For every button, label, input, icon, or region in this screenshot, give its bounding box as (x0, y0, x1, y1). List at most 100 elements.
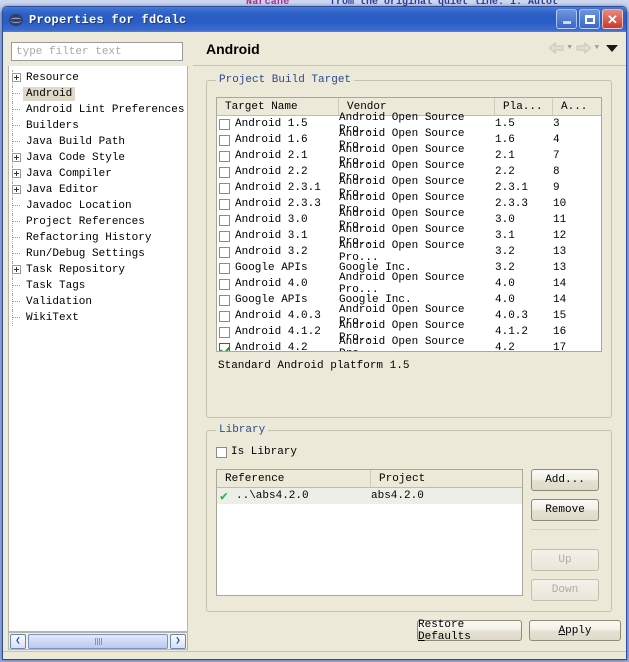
target-checkbox[interactable] (219, 166, 230, 178)
page-title: Android (206, 40, 260, 57)
target-name-label: Android 1.5 (235, 118, 308, 130)
restore-defaults-button[interactable]: Restore Defaults (417, 619, 522, 643)
build-target-rows: Android 1.5 Android Open Source Pro... 1.5… (217, 112, 601, 352)
forward-dropdown-chevron-icon[interactable]: ▼ (595, 44, 599, 52)
target-checkbox[interactable] (219, 198, 230, 210)
sidebar-item-java-code-style[interactable]: Java Code Style (9, 150, 187, 166)
api-level-cell: 13 (553, 246, 567, 258)
vendor-cell: Android Open Source Pro... (339, 272, 465, 296)
target-name-cell: Android 4.1.2 (217, 324, 339, 340)
valid-check-icon: ✔ (220, 488, 228, 504)
scroll-thumb[interactable] (28, 633, 168, 649)
sidebar-item-label: Java Compiler (26, 168, 112, 180)
platform-cell: 3.1 (495, 230, 515, 242)
maximize-button[interactable] (579, 9, 600, 29)
target-checkbox[interactable] (219, 182, 230, 194)
target-checkbox[interactable] (219, 294, 230, 306)
build-target-table[interactable]: Target Name Vendor Pla... A... Android 1… (216, 97, 602, 352)
target-checkbox[interactable] (219, 230, 230, 242)
sidebar-item-label: Builders (26, 120, 79, 132)
dropdown-triangle-icon[interactable] (606, 44, 618, 52)
up-button: Up (531, 549, 599, 571)
sidebar-item-validation[interactable]: Validation (9, 294, 187, 310)
tree-branch-icon (9, 86, 23, 102)
sidebar-item-javadoc-location[interactable]: Javadoc Location (9, 198, 187, 214)
reference-label: ..\abs4.2.0 (236, 490, 309, 502)
sidebar-item-task-repository[interactable]: Task Repository (9, 262, 187, 278)
platform-cell: 3.2 (495, 262, 515, 274)
sidebar-item-run-debug-settings[interactable]: Run/Debug Settings (9, 246, 187, 262)
target-checkbox[interactable] (219, 262, 230, 274)
column-header-api[interactable]: A... (553, 98, 601, 115)
add-button[interactable]: Add... (531, 469, 599, 491)
sidebar-item-android[interactable]: Android (9, 86, 187, 102)
back-dropdown-chevron-icon[interactable]: ▼ (568, 44, 572, 52)
eclipse-icon (8, 12, 24, 28)
target-name-label: Android 3.0 (235, 214, 308, 226)
forward-arrow-icon[interactable] (575, 41, 592, 55)
column-header-reference[interactable]: Reference (217, 470, 371, 487)
back-arrow-icon[interactable] (548, 41, 565, 55)
target-name-label: Android 4.1.2 (235, 326, 321, 338)
preferences-tree[interactable]: Resource Android Android Lint Preferences B… (8, 66, 188, 632)
tree-horizontal-scrollbar[interactable]: ❮ ❯ (8, 632, 188, 650)
sidebar-item-resource[interactable]: Resource (9, 70, 187, 86)
target-checkbox[interactable] (219, 214, 230, 226)
scroll-right-arrow-icon[interactable]: ❯ (170, 633, 186, 649)
remove-button[interactable]: Remove (531, 499, 599, 521)
table-row[interactable]: Android 3.2 Android Open Source Pro... 3.2… (217, 240, 601, 264)
expand-toggle-icon[interactable] (9, 150, 23, 166)
sidebar-item-java-compiler[interactable]: Java Compiler (9, 166, 187, 182)
list-item[interactable]: ✔ ..\abs4.2.0 abs4.2.0 (217, 488, 522, 504)
is-library-checkbox[interactable] (216, 446, 227, 458)
sidebar-item-project-references[interactable]: Project References (9, 214, 187, 230)
platform-cell: 1.5 (495, 118, 515, 130)
api-level-cell: 13 (553, 262, 567, 274)
library-reference-table[interactable]: Reference Project ✔ ..\abs4.2.0 abs4.2.0 (216, 469, 523, 596)
api-level-cell: 17 (553, 342, 567, 352)
sidebar-item-java-editor[interactable]: Java Editor (9, 182, 187, 198)
column-header-platform[interactable]: Pla... (495, 98, 553, 115)
sidebar-item-label: Javadoc Location (26, 200, 132, 212)
expand-toggle-icon[interactable] (9, 166, 23, 182)
target-checkbox[interactable] (219, 278, 230, 290)
table-row[interactable]: Android 4.2 Android Open Source Pro... 4.2… (217, 336, 601, 352)
sidebar-item-android-lint-preferences[interactable]: Android Lint Preferences (9, 102, 187, 118)
scroll-left-arrow-icon[interactable]: ❮ (10, 633, 26, 649)
platform-cell: 2.2 (495, 166, 515, 178)
build-target-hint: Standard Android platform 1.5 (218, 360, 410, 372)
header-navigation: ▼ ▼ (548, 41, 618, 55)
sidebar-item-refactoring-history[interactable]: Refactoring History (9, 230, 187, 246)
target-checkbox[interactable] (219, 326, 230, 338)
sidebar-item-task-tags[interactable]: Task Tags (9, 278, 187, 294)
target-checkbox[interactable] (219, 134, 230, 146)
minimize-button[interactable] (556, 9, 577, 29)
target-checkbox[interactable] (219, 246, 230, 258)
target-checkbox[interactable] (219, 342, 230, 351)
table-row[interactable]: Android 4.0 Android Open Source Pro... 4.0… (217, 272, 601, 296)
target-name-cell: Android 4.0 (217, 276, 339, 292)
expand-toggle-icon[interactable] (9, 262, 23, 278)
is-library-checkbox-row[interactable]: Is Library (216, 446, 297, 458)
tree-branch-icon (9, 246, 23, 262)
target-name-label: Google APIs (235, 294, 308, 306)
target-checkbox[interactable] (219, 150, 230, 162)
tree-branch-icon (9, 278, 23, 294)
column-header-project[interactable]: Project (371, 470, 522, 487)
close-button[interactable]: ✕ (602, 9, 623, 29)
dialog-footer: ? OK Cancel (3, 651, 626, 659)
apply-button[interactable]: Apply (529, 620, 621, 641)
target-checkbox[interactable] (219, 118, 230, 130)
page-header: Android ▼ ▼ (193, 32, 626, 66)
expand-toggle-icon[interactable] (9, 182, 23, 198)
sidebar-item-builders[interactable]: Builders (9, 118, 187, 134)
platform-cell: 3.0 (495, 214, 515, 226)
sidebar-item-label: Android Lint Preferences (26, 104, 185, 116)
filter-input-wrapper[interactable]: type filter text (11, 42, 183, 61)
target-checkbox[interactable] (219, 310, 230, 322)
sidebar-item-java-build-path[interactable]: Java Build Path (9, 134, 187, 150)
column-header-target-name[interactable]: Target Name (217, 98, 339, 115)
sidebar-item-wikitext[interactable]: WikiText (9, 310, 187, 326)
reference-cell: ✔ ..\abs4.2.0 (217, 488, 371, 504)
expand-toggle-icon[interactable] (9, 70, 23, 86)
